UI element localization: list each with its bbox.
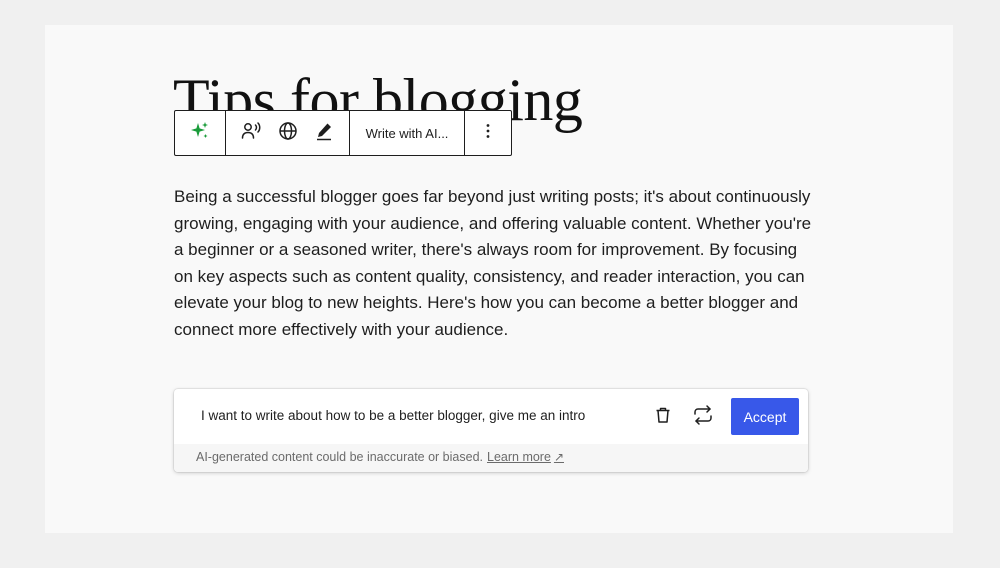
regenerate-button[interactable] <box>689 403 717 431</box>
toolbar-group-write: Write with AI... <box>350 111 465 155</box>
more-vertical-icon <box>478 121 498 146</box>
more-options-button[interactable] <box>472 117 504 149</box>
post-paragraph[interactable]: Being a successful blogger goes far beyo… <box>174 184 814 343</box>
sparkles-icon <box>190 121 210 146</box>
ai-disclaimer-bar: AI-generated content could be inaccurate… <box>174 444 808 472</box>
translate-button[interactable] <box>272 117 304 149</box>
edit-button[interactable] <box>308 117 340 149</box>
ai-prompt-row: I want to write about how to be a better… <box>174 389 808 444</box>
ai-prompt-input[interactable]: I want to write about how to be a better… <box>201 408 585 423</box>
regenerate-icon <box>692 404 714 431</box>
external-link-icon: ↗ <box>553 450 564 464</box>
text-to-speech-icon <box>240 120 262 147</box>
text-to-speech-button[interactable] <box>235 117 267 149</box>
globe-icon <box>278 121 298 146</box>
pencil-icon <box>314 121 334 146</box>
learn-more-label: Learn more <box>487 450 551 464</box>
learn-more-link[interactable]: Learn more ↗ <box>487 450 564 464</box>
ai-suggestion-panel: I want to write about how to be a better… <box>174 389 808 472</box>
discard-button[interactable] <box>649 403 677 431</box>
ai-assistant-button[interactable] <box>184 117 216 149</box>
toolbar-group-ai <box>175 111 226 155</box>
trash-icon <box>653 405 673 430</box>
accept-button[interactable]: Accept <box>731 398 799 435</box>
ai-disclaimer: AI-generated content could be inaccurate… <box>196 450 564 464</box>
toolbar-group-tools <box>226 111 350 155</box>
toolbar-group-more <box>465 111 511 155</box>
write-with-ai-button[interactable]: Write with AI... <box>366 126 449 141</box>
block-toolbar: Write with AI... <box>174 110 512 156</box>
ai-disclaimer-text: AI-generated content could be inaccurate… <box>196 450 483 464</box>
